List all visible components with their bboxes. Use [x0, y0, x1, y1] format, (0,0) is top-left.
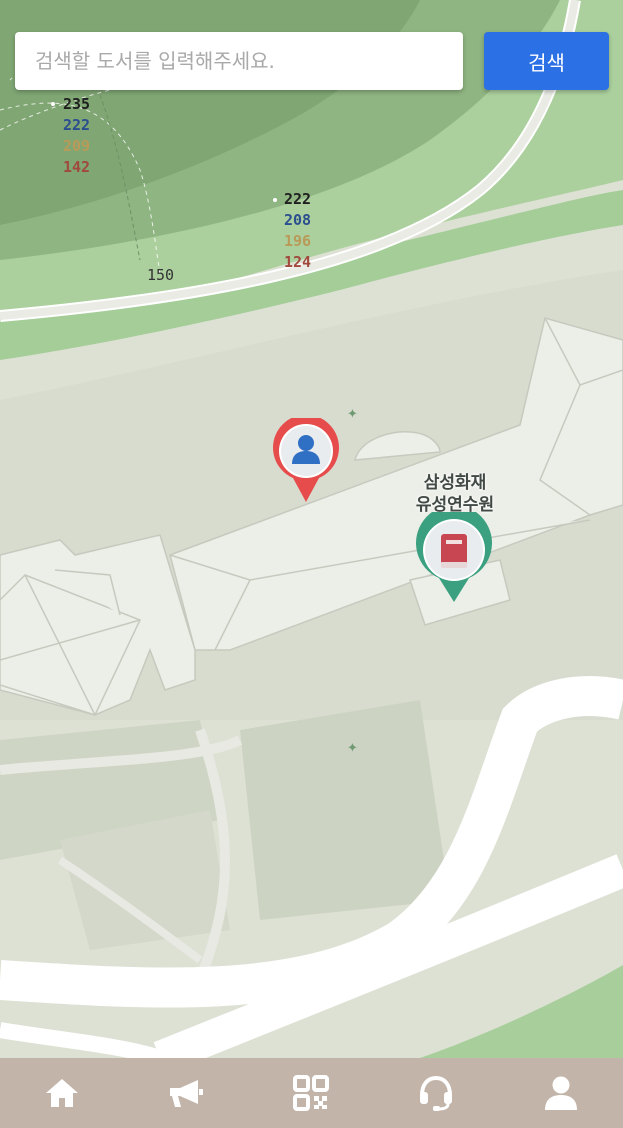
contour-label-group-a: 235 222 209 142 [63, 94, 90, 178]
search-bar [15, 32, 463, 90]
headset-icon [420, 1075, 453, 1111]
user-location-marker[interactable] [271, 418, 341, 504]
svg-text:✦: ✦ [347, 407, 358, 422]
home-icon [46, 1079, 79, 1107]
contour-value: 208 [284, 211, 312, 229]
contour-value: 222 [63, 116, 91, 134]
search-button[interactable]: 검색 [484, 32, 609, 90]
nav-profile[interactable] [498, 1058, 623, 1128]
poi-label-line1: 삼성화재 [423, 473, 487, 493]
contour-value: 222 [284, 190, 312, 208]
contour-label-group-b: 222 208 196 124 [284, 189, 311, 273]
book-icon [441, 534, 467, 568]
megaphone-icon [169, 1080, 203, 1107]
contour-value: 142 [63, 158, 91, 176]
contour-value: 196 [284, 232, 312, 250]
svg-text:✦: ✦ [347, 741, 358, 756]
nav-support[interactable] [374, 1058, 499, 1128]
nav-home[interactable] [0, 1058, 125, 1128]
poi-label: 삼성화재 유성연수원 [385, 472, 525, 516]
contour-label-c: 150 [147, 266, 175, 284]
nav-announcements[interactable] [125, 1058, 250, 1128]
contour-value: 235 [63, 95, 91, 113]
contour-value: 209 [63, 137, 91, 155]
library-book-marker[interactable] [413, 512, 495, 604]
profile-icon [544, 1076, 577, 1110]
qr-code-icon [293, 1075, 330, 1111]
nav-qr[interactable] [249, 1058, 374, 1128]
bottom-nav [0, 1058, 623, 1128]
map-view[interactable]: ✦ ✦ [0, 0, 623, 1058]
contour-value: 124 [284, 253, 312, 271]
search-input[interactable] [15, 32, 463, 90]
